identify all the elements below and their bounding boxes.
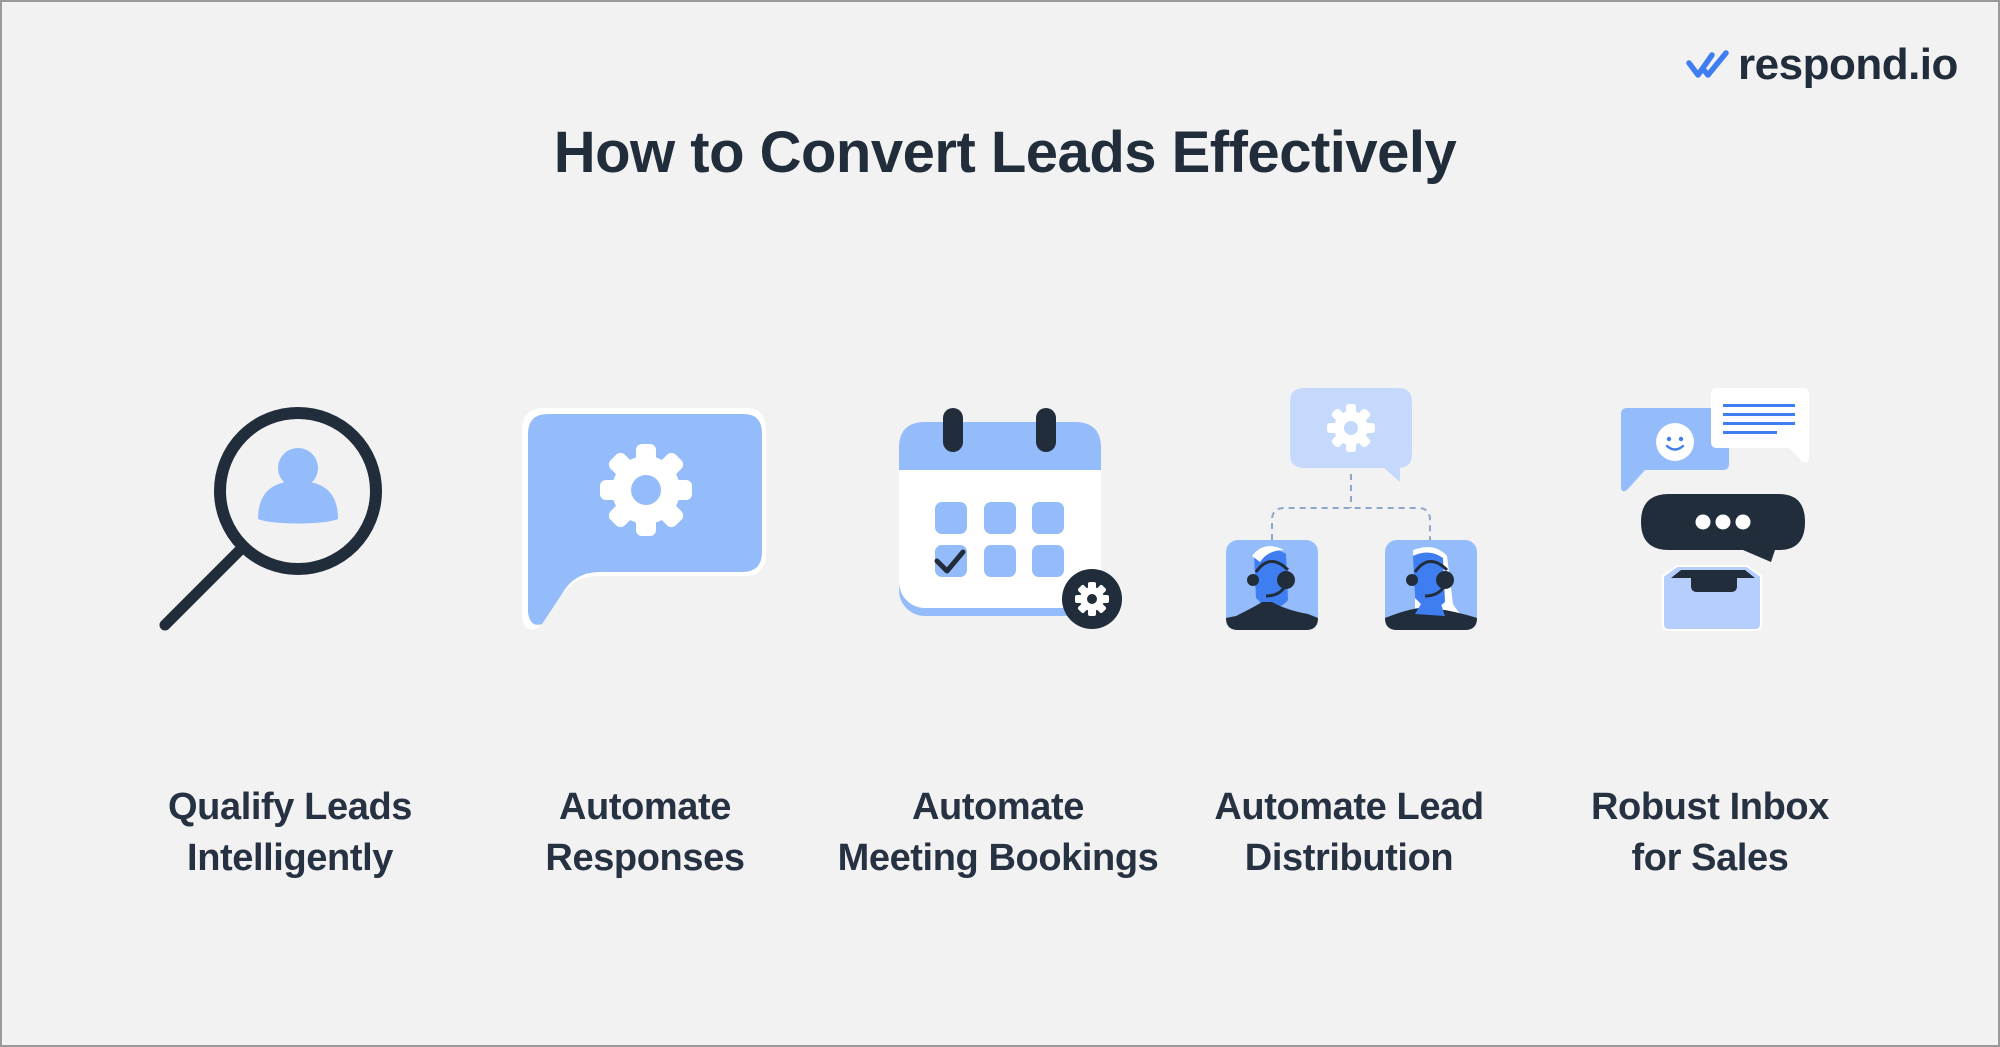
step-label-line: for Sales [1631,837,1789,879]
brand-logo: respond.io [1686,40,1958,90]
step-label-lead-distribution: Automate Lead Distribution [1169,782,1529,884]
step-label-meeting-bookings: Automate Meeting Bookings [818,782,1178,884]
agent-distribution-icon [1222,384,1482,634]
page-title: How to Convert Leads Effectively [553,120,1457,185]
step-label-line: Intelligently [187,837,393,879]
step-label-automate-responses: Automate Responses [465,782,825,884]
inbox-chat-icon [1615,382,1815,634]
step-label-line: Robust Inbox [1591,786,1829,828]
calendar-gear-icon [895,402,1125,634]
chat-bubble-gear-icon [518,402,770,634]
step-label-robust-inbox: Robust Inbox for Sales [1530,782,1890,884]
step-label-line: Automate [911,786,1085,828]
brand-name: respond.io [1738,40,1958,89]
double-check-icon [1686,50,1729,78]
step-label-qualify-leads: Qualify Leads Intelligently [110,782,470,884]
step-label-line: Qualify Leads [168,786,412,828]
magnifier-user-icon [150,395,390,640]
step-label-line: Meeting Bookings [837,837,1159,879]
step-label-line: Automate Lead [1214,786,1484,828]
step-label-line: Responses [545,837,745,879]
step-label-line: Distribution [1244,837,1454,879]
step-label-line: Automate [558,786,732,828]
